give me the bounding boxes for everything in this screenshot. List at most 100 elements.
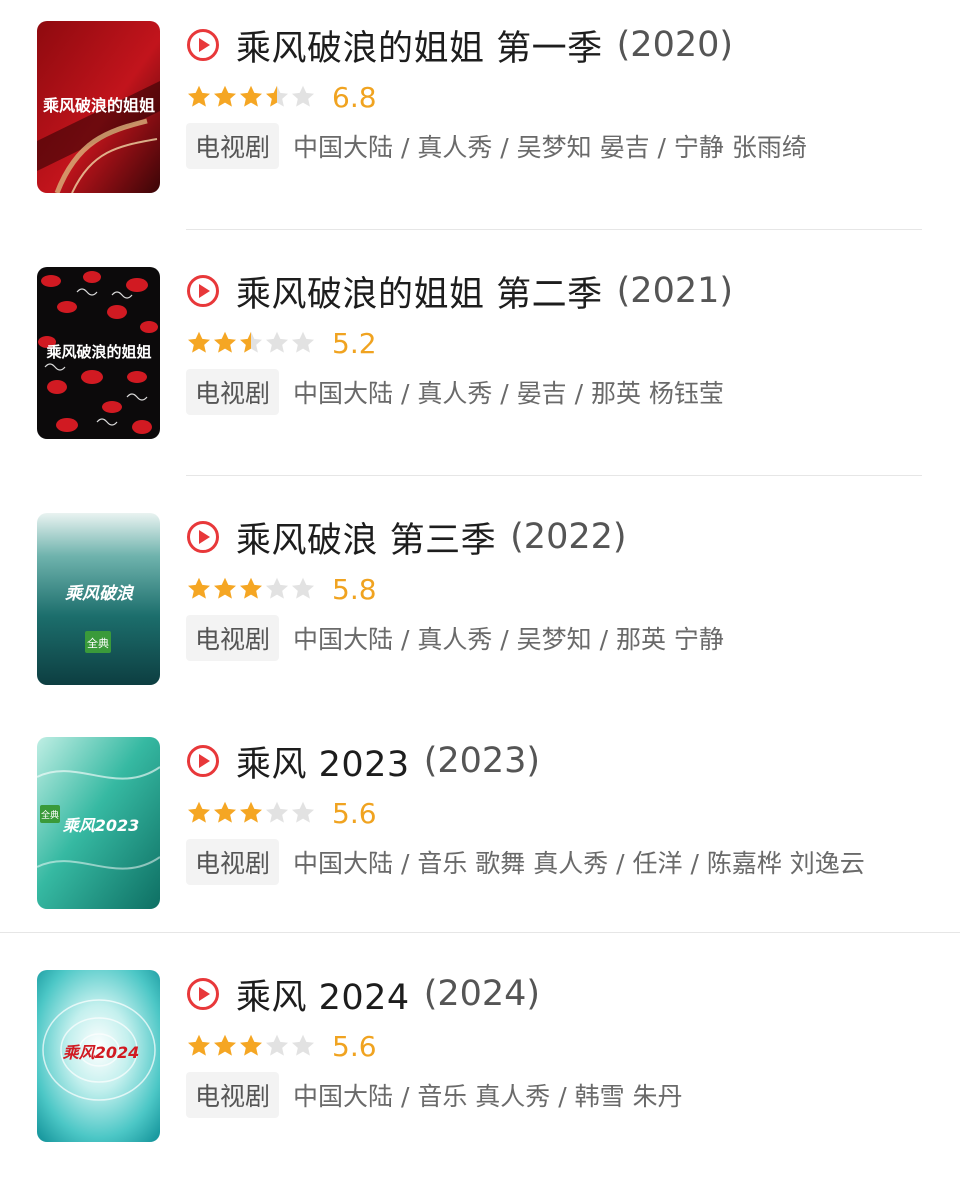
star-rating <box>186 576 316 602</box>
star-filled-icon <box>214 331 236 353</box>
poster-image[interactable]: 乘风破浪 全典 <box>37 513 160 685</box>
star-filled-icon <box>214 85 236 107</box>
item-meta: 中国大陆 / 真人秀 / 吴梦知 晏吉 / 宁静 张雨绮 <box>293 133 807 162</box>
star-empty-icon <box>292 85 314 107</box>
play-icon[interactable] <box>186 520 220 554</box>
star-filled-icon <box>188 1034 210 1056</box>
play-icon[interactable] <box>186 274 220 308</box>
rating-score: 5.6 <box>332 796 377 830</box>
category-tag: 电视剧 <box>186 369 280 415</box>
star-filled-icon <box>240 85 262 107</box>
poster-image[interactable]: 乘风2023 全典 <box>37 737 160 909</box>
meta-row: 电视剧 中国大陆 / 真人秀 / 晏吉 / 那英 杨钰莹 <box>186 369 724 415</box>
star-filled-icon <box>240 801 262 823</box>
category-tag: 电视剧 <box>186 839 280 885</box>
list-item[interactable]: 乘风2024 乘风 2024 (2024) 5.6 电视剧 中国大陆 / 音乐 … <box>0 949 960 1189</box>
poster-title-text: 乘风破浪的姐姐 <box>45 343 151 361</box>
rating-row: 5.6 <box>186 795 377 831</box>
poster-title-text: 乘风2024 <box>63 1043 140 1062</box>
list-item[interactable]: 乘风2023 全典 乘风 2023 (2023) 5.6 电视剧 中国大陆 / … <box>0 716 960 956</box>
star-filled-icon <box>188 801 210 823</box>
star-empty-icon <box>292 1034 314 1056</box>
rating-row: 5.2 <box>186 325 377 361</box>
meta-row: 电视剧 中国大陆 / 真人秀 / 吴梦知 / 那英 宁静 <box>186 615 724 661</box>
poster-title-text: 乘风2023 <box>63 816 140 835</box>
meta-row: 电视剧 中国大陆 / 音乐 歌舞 真人秀 / 任洋 / 陈嘉桦 刘逸云 <box>186 839 865 885</box>
list-item[interactable]: 乘风破浪的姐姐 乘风破浪的姐姐 第一季 (2020) 6.8 电视剧 中国大陆 … <box>0 0 960 240</box>
item-title[interactable]: 乘风破浪的姐姐 第二季 <box>236 266 603 317</box>
meta-row: 电视剧 中国大陆 / 真人秀 / 吴梦知 晏吉 / 宁静 张雨绮 <box>186 123 807 169</box>
item-meta: 中国大陆 / 音乐 真人秀 / 韩雪 朱丹 <box>293 1082 683 1111</box>
item-meta: 中国大陆 / 真人秀 / 晏吉 / 那英 杨钰莹 <box>293 379 724 408</box>
star-empty-icon <box>266 577 288 599</box>
poster-art: 乘风破浪的姐姐 <box>37 267 160 439</box>
item-title[interactable]: 乘风 2023 <box>236 736 410 787</box>
item-year: (2021) <box>616 271 734 311</box>
item-title[interactable]: 乘风破浪 第三季 <box>236 512 496 563</box>
star-rating <box>186 330 316 356</box>
poster-art: 乘风破浪的姐姐 <box>37 21 160 193</box>
rating-row: 5.8 <box>186 571 377 607</box>
play-icon[interactable] <box>186 977 220 1011</box>
poster-image[interactable]: 乘风破浪的姐姐 <box>37 267 160 439</box>
search-results-list: 乘风破浪的姐姐 乘风破浪的姐姐 第一季 (2020) 6.8 电视剧 中国大陆 … <box>0 0 960 1177</box>
poster-title-text: 乘风破浪 <box>65 584 135 604</box>
rating-score: 5.2 <box>332 326 377 360</box>
star-rating <box>186 84 316 110</box>
rating-score: 6.8 <box>332 80 377 114</box>
poster-image[interactable]: 乘风2024 <box>37 970 160 1142</box>
poster-image[interactable]: 乘风破浪的姐姐 <box>37 21 160 193</box>
poster-badge: 全典 <box>87 636 109 650</box>
category-tag: 电视剧 <box>186 1072 280 1118</box>
star-rating <box>186 800 316 826</box>
star-empty-icon <box>266 1034 288 1056</box>
star-empty-icon <box>266 331 288 353</box>
item-meta: 中国大陆 / 音乐 歌舞 真人秀 / 任洋 / 陈嘉桦 刘逸云 <box>293 849 865 878</box>
rating-row: 6.8 <box>186 79 377 115</box>
play-icon[interactable] <box>186 28 220 62</box>
title-row[interactable]: 乘风破浪 第三季 (2022) <box>186 512 627 562</box>
item-year: (2023) <box>423 741 541 781</box>
star-filled-icon <box>214 1034 236 1056</box>
star-half-icon <box>240 331 262 353</box>
star-rating <box>186 1033 316 1059</box>
star-filled-icon <box>240 577 262 599</box>
star-half-icon <box>266 85 288 107</box>
rating-score: 5.8 <box>332 572 377 606</box>
category-tag: 电视剧 <box>186 123 280 169</box>
divider <box>186 475 922 476</box>
poster-art: 乘风2024 <box>37 970 160 1142</box>
star-filled-icon <box>188 85 210 107</box>
rating-score: 5.6 <box>332 1029 377 1063</box>
item-year: (2024) <box>423 974 541 1014</box>
item-title[interactable]: 乘风破浪的姐姐 第一季 <box>236 20 603 71</box>
poster-title-text: 乘风破浪的姐姐 <box>42 96 155 115</box>
title-row[interactable]: 乘风 2023 (2023) <box>186 736 540 786</box>
item-year: (2020) <box>616 25 734 65</box>
star-empty-icon <box>266 801 288 823</box>
title-row[interactable]: 乘风 2024 (2024) <box>186 969 540 1019</box>
poster-art: 乘风破浪 全典 <box>37 513 160 685</box>
poster-badge: 全典 <box>41 809 59 821</box>
divider <box>0 932 960 933</box>
star-filled-icon <box>240 1034 262 1056</box>
play-icon[interactable] <box>186 744 220 778</box>
item-meta: 中国大陆 / 真人秀 / 吴梦知 / 那英 宁静 <box>293 625 724 654</box>
poster-art: 乘风2023 全典 <box>37 737 160 909</box>
star-filled-icon <box>214 801 236 823</box>
title-row[interactable]: 乘风破浪的姐姐 第一季 (2020) <box>186 20 733 70</box>
meta-row: 电视剧 中国大陆 / 音乐 真人秀 / 韩雪 朱丹 <box>186 1072 683 1118</box>
title-row[interactable]: 乘风破浪的姐姐 第二季 (2021) <box>186 266 733 316</box>
star-filled-icon <box>214 577 236 599</box>
star-empty-icon <box>292 331 314 353</box>
list-item[interactable]: 乘风破浪的姐姐 乘风破浪的姐姐 第二季 (2021) 5.2 电视剧 中国大陆 … <box>0 246 960 486</box>
item-year: (2022) <box>510 517 627 557</box>
star-filled-icon <box>188 331 210 353</box>
star-empty-icon <box>292 801 314 823</box>
star-filled-icon <box>188 577 210 599</box>
category-tag: 电视剧 <box>186 615 280 661</box>
list-item[interactable]: 乘风破浪 全典 乘风破浪 第三季 (2022) 5.8 电视剧 中国大陆 / 真… <box>0 492 960 732</box>
item-title[interactable]: 乘风 2024 <box>236 969 410 1020</box>
divider <box>186 229 922 230</box>
rating-row: 5.6 <box>186 1028 377 1064</box>
